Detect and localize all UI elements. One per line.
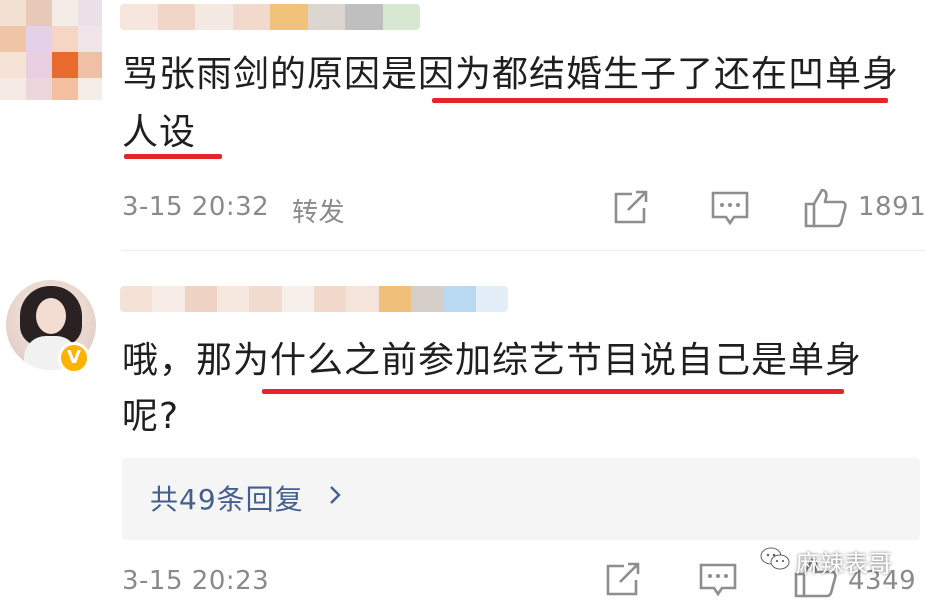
view-replies-link[interactable]: 共49条回复 <box>150 478 304 518</box>
forward-link[interactable]: 转发 <box>292 192 345 229</box>
comment-2-line-2: 呢? <box>122 396 180 437</box>
comment-icon[interactable] <box>698 562 738 598</box>
blurred-username[interactable] <box>120 286 508 312</box>
red-underline <box>124 154 222 159</box>
watermark: 麻辣表哥 <box>760 544 892 579</box>
red-underline <box>262 389 844 394</box>
comment-2-time: 3-15 20:23 <box>122 566 270 596</box>
comment-2-line-1: 哦，那为什么之前参加综艺节目说自己是单身 <box>122 340 863 381</box>
comment-1-like-count: 1891 <box>858 192 926 222</box>
comment-icon[interactable] <box>710 190 750 228</box>
comment-1-line-1: 骂张雨剑的原因是因为都结婚生子了还在凹单身 <box>122 54 900 95</box>
share-icon[interactable] <box>612 190 650 226</box>
chevron-right-icon <box>328 484 342 510</box>
blurred-username[interactable] <box>120 4 420 30</box>
like-icon[interactable] <box>804 188 848 228</box>
blurred-avatar[interactable] <box>0 0 102 100</box>
divider <box>122 250 926 251</box>
comment-1-time: 3-15 20:32 <box>122 192 270 222</box>
verified-badge-icon: V <box>58 342 90 374</box>
red-underline <box>432 98 888 103</box>
wechat-icon <box>760 546 790 578</box>
share-icon[interactable] <box>604 562 642 598</box>
watermark-text: 麻辣表哥 <box>796 550 892 578</box>
